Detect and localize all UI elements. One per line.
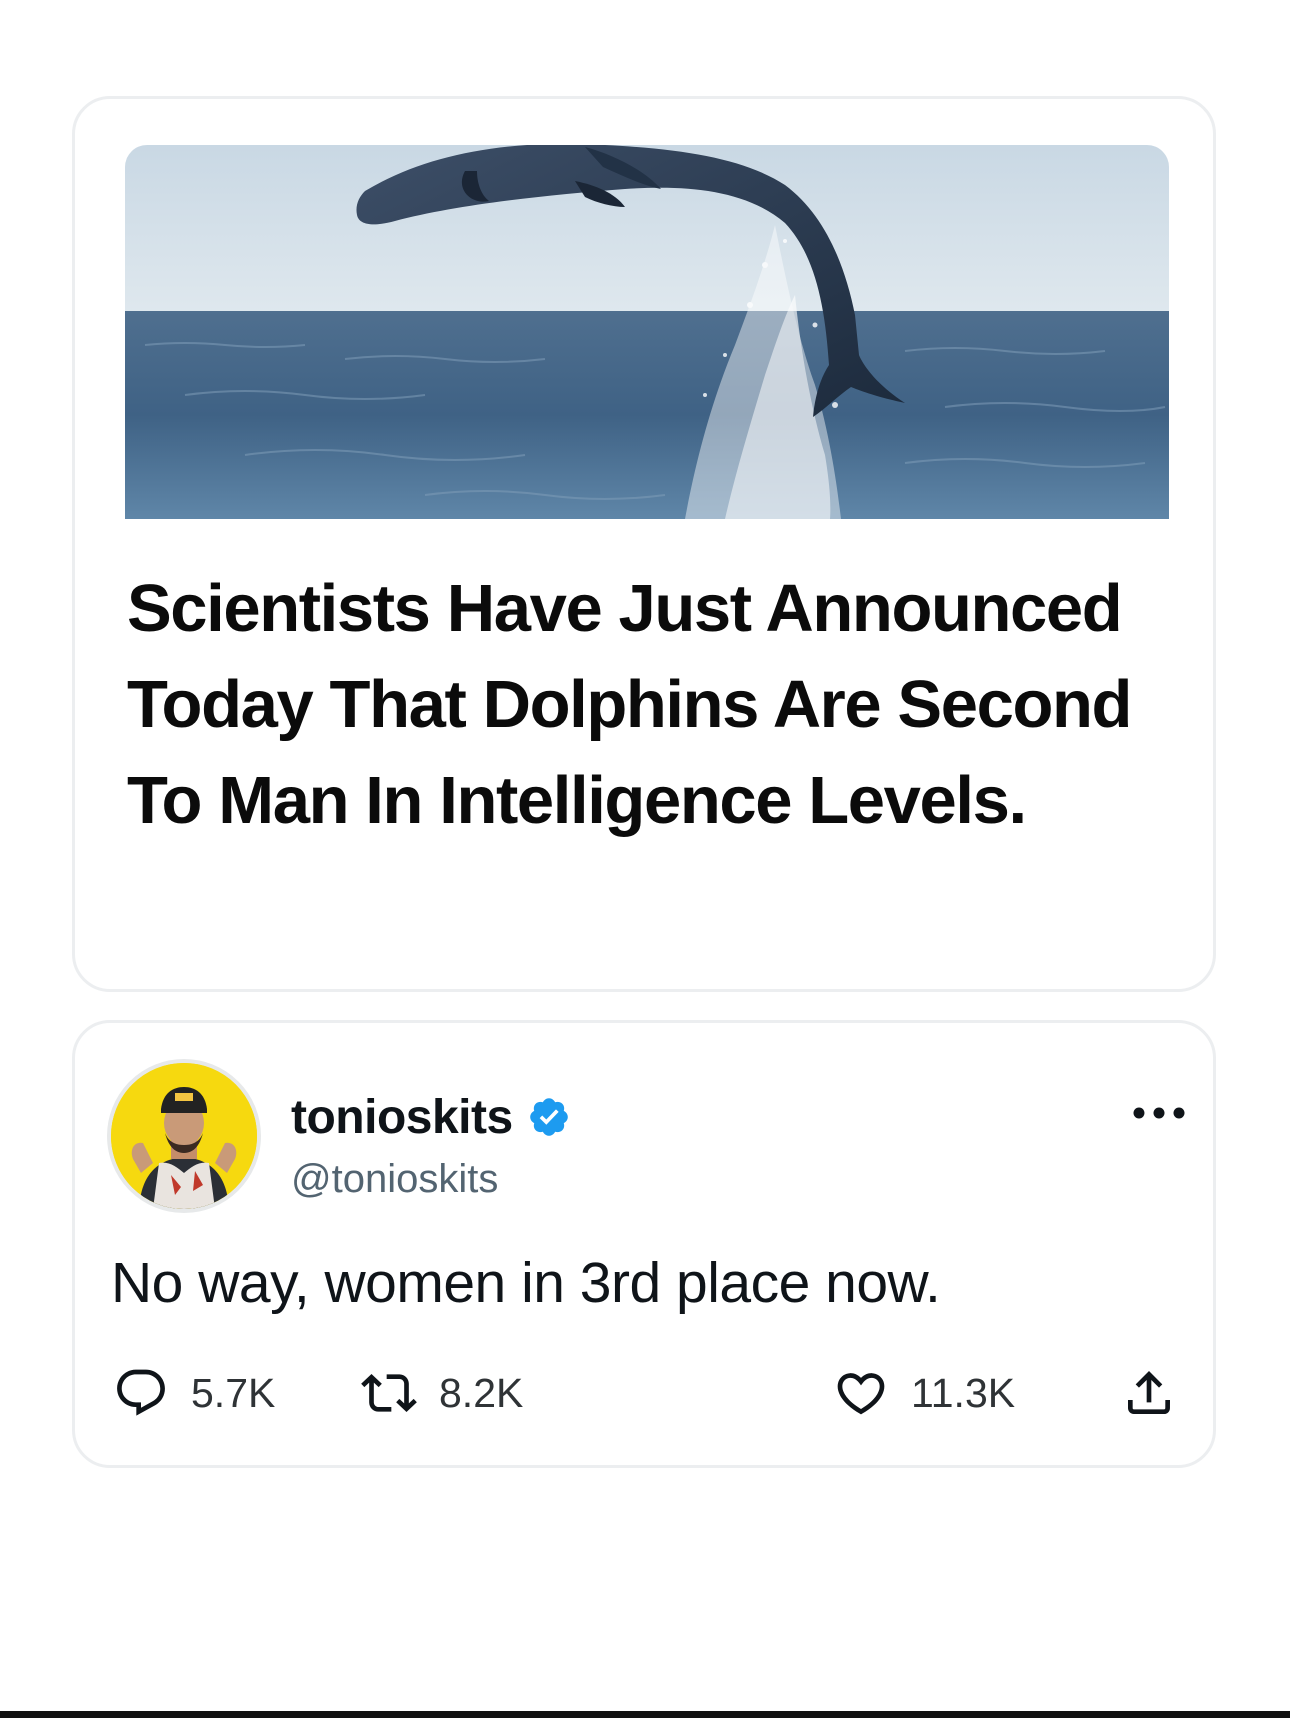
article-headline[interactable]: Scientists Have Just Announced Today Tha… <box>127 561 1187 849</box>
display-name[interactable]: tonioskits <box>291 1090 513 1145</box>
heart-icon <box>837 1373 885 1415</box>
verified-badge-icon <box>529 1098 568 1136</box>
display-name-row: tonioskits <box>291 1087 571 1147</box>
retweet-icon <box>361 1374 417 1412</box>
tweet-actions-bar: 5.7K 8.2K 11.3K <box>75 1363 1213 1423</box>
retweet-count: 8.2K <box>439 1369 524 1416</box>
tweet-card[interactable]: tonioskits @tonioskits No way, women in … <box>72 1020 1216 1468</box>
like-button[interactable]: 11.3K <box>833 1363 1015 1423</box>
share-button[interactable] <box>1121 1363 1177 1423</box>
tweet-text: No way, women in 3rd place now. <box>111 1251 941 1315</box>
user-handle[interactable]: @tonioskits <box>291 1157 498 1202</box>
reply-button[interactable]: 5.7K <box>113 1363 275 1423</box>
more-options-icon[interactable] <box>1131 1103 1187 1123</box>
bottom-divider <box>0 1711 1290 1718</box>
user-avatar[interactable] <box>107 1059 261 1213</box>
retweet-button[interactable]: 8.2K <box>361 1363 523 1423</box>
reply-count: 5.7K <box>191 1369 276 1416</box>
like-count: 11.3K <box>911 1369 1016 1416</box>
dolphin-jumping-photo <box>125 145 1169 519</box>
news-article-card[interactable]: Scientists Have Just Announced Today Tha… <box>72 96 1216 992</box>
reply-icon <box>117 1369 165 1416</box>
share-icon <box>1128 1371 1170 1414</box>
